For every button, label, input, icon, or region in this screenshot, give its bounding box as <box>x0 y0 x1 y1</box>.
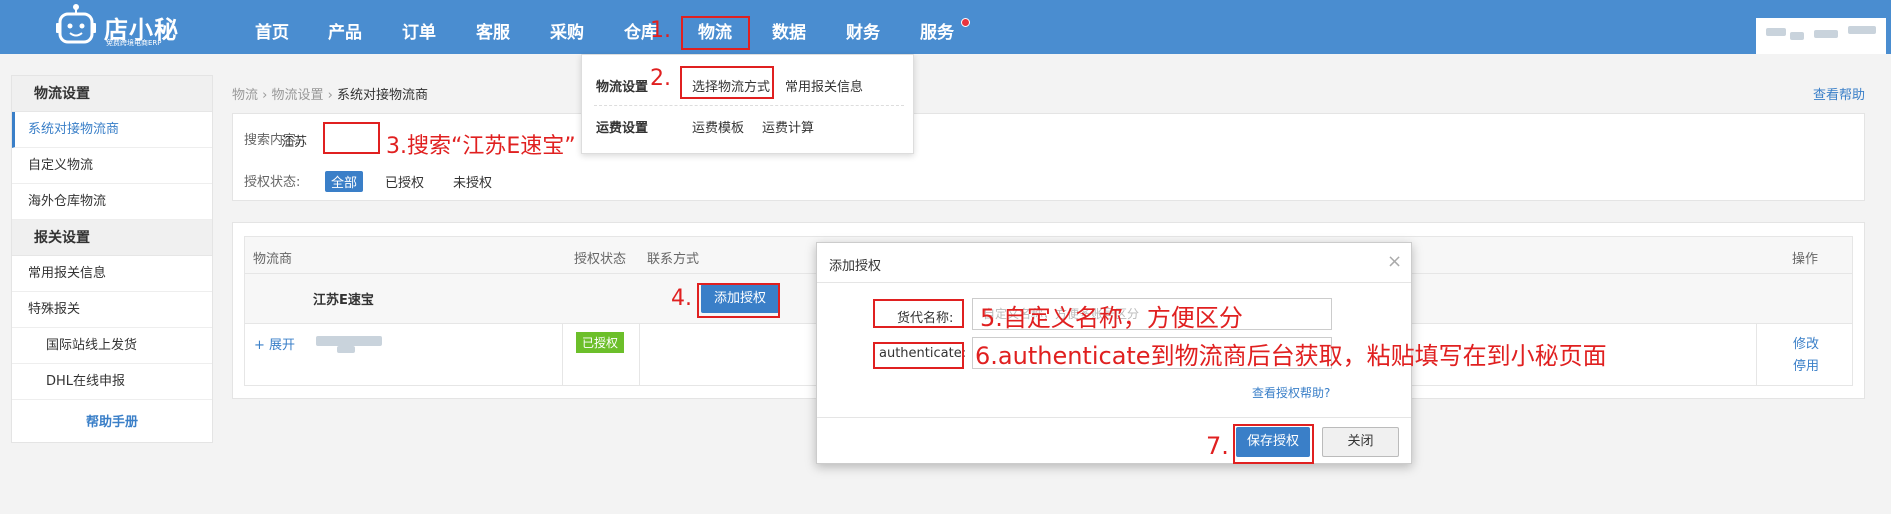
notification-dot <box>961 18 970 27</box>
auth-status-badge: 已授权 <box>576 332 625 353</box>
breadcrumb-separator: › <box>262 88 268 103</box>
column-divider <box>1756 324 1757 386</box>
col-actions: 操作 <box>1792 252 1819 267</box>
annotation-step-2: 2. <box>650 66 671 91</box>
nav-services[interactable]: 服务 <box>920 0 954 54</box>
breadcrumb-separator: › <box>327 88 333 103</box>
sidebar-item-customs-info[interactable]: 常用报关信息 <box>12 256 212 292</box>
menu-item-freight-calc[interactable]: 运费计算 <box>762 117 814 136</box>
sidebar: 物流设置 系统对接物流商 自定义物流 海外仓库物流 报关设置 常用报关信息 特殊… <box>11 75 213 443</box>
breadcrumb-logistics[interactable]: 物流 <box>232 88 258 103</box>
blurred-text <box>1848 26 1876 34</box>
filter-authorized[interactable]: 已授权 <box>385 172 424 191</box>
blurred-text <box>1814 30 1838 38</box>
breadcrumb: 物流 › 物流设置 › 系统对接物流商 <box>232 84 428 103</box>
nav-products[interactable]: 产品 <box>328 0 362 54</box>
nav-service[interactable]: 客服 <box>476 0 510 54</box>
sidebar-head-customs: 报关设置 <box>12 220 212 256</box>
blurred-account <box>316 336 382 346</box>
annotation-step-3: 3.搜索“江苏E速宝” <box>386 134 576 159</box>
carrier-name: 江苏E速宝 <box>313 293 374 308</box>
col-auth-status: 授权状态 <box>574 252 627 267</box>
sidebar-help-link[interactable]: 帮助手册 <box>12 411 212 430</box>
column-divider <box>639 324 640 386</box>
brand-slogan: 免费跨境电商ERP <box>106 39 162 47</box>
dropdown-divider <box>594 105 904 106</box>
dialog-header: 添加授权 × <box>817 243 1411 283</box>
disable-link[interactable]: 停用 <box>1793 355 1819 374</box>
dropdown-section-logistics: 物流设置 <box>596 80 649 95</box>
auth-status-label: 授权状态: <box>244 175 301 190</box>
menu-item-customs-info[interactable]: 常用报关信息 <box>785 76 863 95</box>
annotation-step-7: 7. <box>1206 432 1229 460</box>
brand-logo[interactable]: 店小秘 免费跨境电商ERP <box>56 4 186 50</box>
auth-help-link[interactable]: 查看授权帮助? <box>1252 384 1330 401</box>
dropdown-section-freight: 运费设置 <box>596 121 649 136</box>
robot-logo-icon <box>56 4 96 44</box>
menu-item-freight-template[interactable]: 运费模板 <box>692 117 744 136</box>
column-divider <box>562 324 563 386</box>
highlight-logistics-nav <box>681 16 750 50</box>
annotation-step-4: 4. <box>671 286 692 311</box>
dialog-title: 添加授权 <box>829 259 882 274</box>
annotation-step-6: 6.authenticate到物流商后台获取，粘贴填写在到小秘页面 <box>975 342 1607 370</box>
dialog-footer <box>817 417 1411 418</box>
annotation-step-5: 5.自定义名称，方便区分 <box>980 304 1243 332</box>
sidebar-item-system-carriers[interactable]: 系统对接物流商 <box>12 112 212 148</box>
sidebar-item-dhl-declaration[interactable]: DHL在线申报 <box>12 364 212 400</box>
view-help-link[interactable]: 查看帮助 <box>1813 84 1865 103</box>
highlight-name-label <box>873 299 964 328</box>
annotation-step-1: 1. <box>650 18 671 43</box>
sidebar-item-special-customs[interactable]: 特殊报关 <box>12 292 212 328</box>
breadcrumb-current: 系统对接物流商 <box>337 88 429 103</box>
blurred-text <box>1766 28 1786 36</box>
highlight-search-input <box>323 122 380 154</box>
user-account-box[interactable] <box>1756 18 1886 54</box>
top-navbar: 店小秘 免费跨境电商ERP 首页 产品 订单 客服 采购 仓库 物流 数据 财务… <box>0 0 1891 54</box>
sidebar-head-logistics: 物流设置 <box>12 76 212 112</box>
sidebar-item-custom-logistics[interactable]: 自定义物流 <box>12 148 212 184</box>
sidebar-item-intl-shipping[interactable]: 国际站线上发货 <box>12 328 212 364</box>
sidebar-item-overseas-warehouse[interactable]: 海外仓库物流 <box>12 184 212 220</box>
highlight-add-auth <box>697 283 780 318</box>
highlight-auth-label <box>873 342 964 369</box>
filter-all[interactable]: 全部 <box>325 171 364 192</box>
search-value[interactable]: 江苏 <box>281 131 307 150</box>
close-icon[interactable]: × <box>1387 251 1402 272</box>
nav-home[interactable]: 首页 <box>255 0 289 54</box>
expand-link[interactable]: + 展开 <box>254 334 295 353</box>
blurred-text <box>1790 32 1804 40</box>
close-dialog-button[interactable]: 关闭 <box>1322 427 1399 457</box>
col-carrier: 物流商 <box>253 252 293 267</box>
highlight-select-logistics <box>680 66 774 99</box>
filter-unauthorized[interactable]: 未授权 <box>453 172 492 191</box>
highlight-save-button <box>1233 424 1314 464</box>
edit-link[interactable]: 修改 <box>1793 333 1819 352</box>
nav-finance[interactable]: 财务 <box>846 0 880 54</box>
nav-purchase[interactable]: 采购 <box>550 0 584 54</box>
nav-orders[interactable]: 订单 <box>402 0 436 54</box>
breadcrumb-logistics-settings[interactable]: 物流设置 <box>272 88 324 103</box>
nav-data[interactable]: 数据 <box>772 0 806 54</box>
col-contact: 联系方式 <box>647 252 700 267</box>
blurred-account <box>337 346 355 353</box>
